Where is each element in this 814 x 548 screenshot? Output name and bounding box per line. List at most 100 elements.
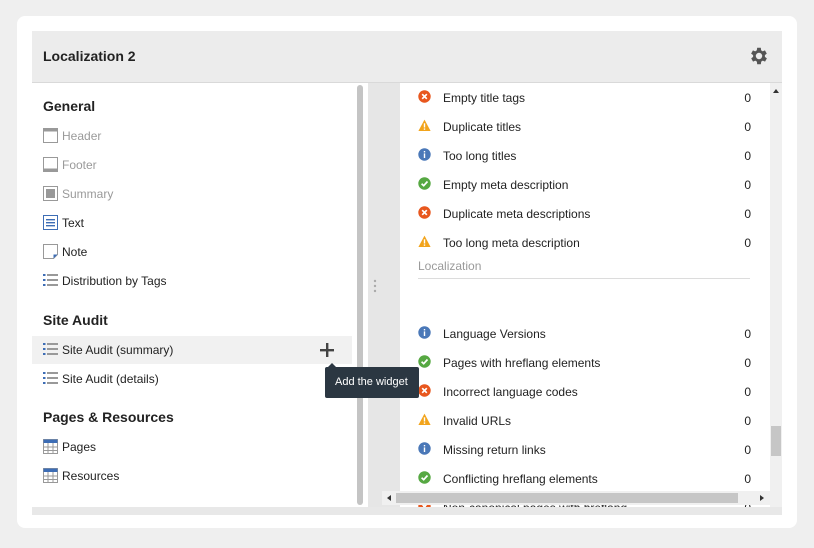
error-icon	[418, 206, 431, 219]
gear-icon[interactable]	[748, 45, 770, 67]
widget-item-label: Resources	[62, 469, 120, 483]
audit-row-label: Empty title tags	[443, 91, 526, 105]
audit-row-label: Pages with hreflang elements	[443, 356, 601, 370]
error-icon	[418, 384, 431, 397]
panel-footer-bar	[32, 507, 782, 515]
widget-item-pages[interactable]: Pages	[32, 433, 352, 461]
widget-item-footer[interactable]: Footer	[32, 151, 352, 179]
widget-item-text[interactable]: Text	[32, 209, 352, 237]
widget-title: Localization 2	[43, 48, 136, 64]
audit-row: Duplicate meta descriptions 0	[400, 199, 770, 228]
section-title-pages-resources: Pages & Resources	[43, 409, 174, 425]
section-title-general: General	[43, 98, 96, 114]
widget-item-label: Header	[62, 129, 102, 143]
check-icon	[418, 177, 431, 190]
audit-row-value: 0	[744, 120, 751, 134]
audit-row-value: 0	[744, 207, 751, 221]
library-scrollbar-thumb[interactable]	[357, 85, 363, 505]
drag-handle-icon[interactable]	[373, 279, 377, 295]
widget-item-label: Summary	[62, 187, 114, 201]
widget-item-label: Site Audit (details)	[62, 372, 159, 386]
audit-row-label: Too long meta description	[443, 236, 580, 250]
audit-row-label: Missing return links	[443, 443, 546, 457]
add-widget-icon[interactable]	[318, 341, 336, 359]
table-icon	[43, 468, 58, 483]
audit-row: Language Versions 0	[400, 319, 770, 348]
scroll-left-icon[interactable]	[385, 494, 393, 502]
widget-item-label: Pages	[62, 440, 97, 454]
panel-splitter[interactable]	[368, 83, 400, 507]
audit-row-label: Too long titles	[443, 149, 517, 163]
widget-library: General Header Footer Summary Text Note …	[32, 83, 368, 507]
audit-row: Duplicate titles 0	[400, 112, 770, 141]
check-icon	[418, 355, 431, 368]
widget-item-note[interactable]: Note	[32, 238, 352, 266]
widget-preview: Localization Empty title tags 0 Duplicate …	[400, 83, 782, 507]
audit-row: Too long meta description 0	[400, 228, 770, 257]
section-title-site-audit: Site Audit	[43, 312, 108, 328]
preview-vertical-scrollbar[interactable]	[770, 83, 782, 513]
audit-row-value: 0	[744, 472, 751, 486]
scroll-right-icon[interactable]	[758, 494, 766, 502]
audit-row-value: 0	[744, 91, 751, 105]
list-icon	[43, 343, 58, 355]
audit-row: Pages with hreflang elements 0	[400, 348, 770, 377]
note-icon	[43, 244, 58, 259]
header-icon	[43, 128, 58, 143]
audit-row-value: 0	[744, 443, 751, 457]
widget-panel: Localization 2 General Header Footer Sum…	[32, 31, 782, 515]
preview-vertical-scrollbar-thumb[interactable]	[771, 426, 781, 456]
widget-item-header[interactable]: Header	[32, 122, 352, 150]
widget-item-label: Note	[62, 245, 88, 259]
audit-row: Invalid URLs 0	[400, 406, 770, 435]
widget-item-label: Text	[62, 216, 85, 230]
audit-row-label: Language Versions	[443, 327, 546, 341]
group-divider	[418, 278, 750, 279]
audit-row-value: 0	[744, 414, 751, 428]
footer-icon	[43, 157, 58, 172]
widget-item-label: Distribution by Tags	[62, 274, 167, 288]
summary-icon	[43, 186, 58, 201]
widget-item-distribution-by-tags[interactable]: Distribution by Tags	[32, 267, 352, 295]
audit-row: Incorrect language codes 0	[400, 377, 770, 406]
audit-row: Empty meta description 0	[400, 170, 770, 199]
text-icon	[43, 215, 58, 230]
widget-item-label: Site Audit (summary)	[62, 343, 174, 357]
preview-horizontal-scrollbar-thumb[interactable]	[396, 493, 738, 503]
tooltip-arrow	[327, 363, 337, 368]
widget-item-site-audit-summary[interactable]: Site Audit (summary)	[32, 336, 352, 364]
widget-item-label: Footer	[62, 158, 97, 172]
warning-icon	[418, 119, 431, 132]
tooltip-text: Add the widget	[335, 376, 408, 388]
check-icon	[418, 471, 431, 484]
list-icon	[43, 274, 58, 286]
info-icon	[418, 442, 431, 455]
info-icon	[418, 148, 431, 161]
audit-row-value: 0	[744, 178, 751, 192]
widget-header: Localization 2	[32, 31, 782, 83]
audit-row: Missing return links 0	[400, 435, 770, 464]
audit-row: Empty title tags 0	[400, 83, 770, 112]
audit-row-value: 0	[744, 149, 751, 163]
warning-icon	[418, 235, 431, 248]
audit-row-value: 0	[744, 385, 751, 399]
widget-item-site-audit-details[interactable]: Site Audit (details)	[32, 365, 352, 393]
audit-row-label: Conflicting hreflang elements	[443, 472, 598, 486]
add-widget-tooltip: Add the widget	[325, 363, 419, 398]
warning-icon	[418, 413, 431, 426]
audit-row-value: 0	[744, 356, 751, 370]
audit-row-value: 0	[744, 236, 751, 250]
info-icon	[418, 326, 431, 339]
audit-row-label: Duplicate titles	[443, 120, 522, 134]
widget-item-summary[interactable]: Summary	[32, 180, 352, 208]
error-icon	[418, 90, 431, 103]
preview-horizontal-scrollbar[interactable]	[382, 491, 770, 505]
audit-row: Conflicting hreflang elements 0	[400, 464, 770, 493]
audit-row: Too long titles 0	[400, 141, 770, 170]
scroll-up-icon[interactable]	[772, 87, 780, 95]
audit-row-label: Incorrect language codes	[443, 385, 578, 399]
table-icon	[43, 439, 58, 454]
audit-row-label: Duplicate meta descriptions	[443, 207, 591, 221]
widget-item-resources[interactable]: Resources	[32, 462, 352, 490]
audit-row-value: 0	[744, 327, 751, 341]
